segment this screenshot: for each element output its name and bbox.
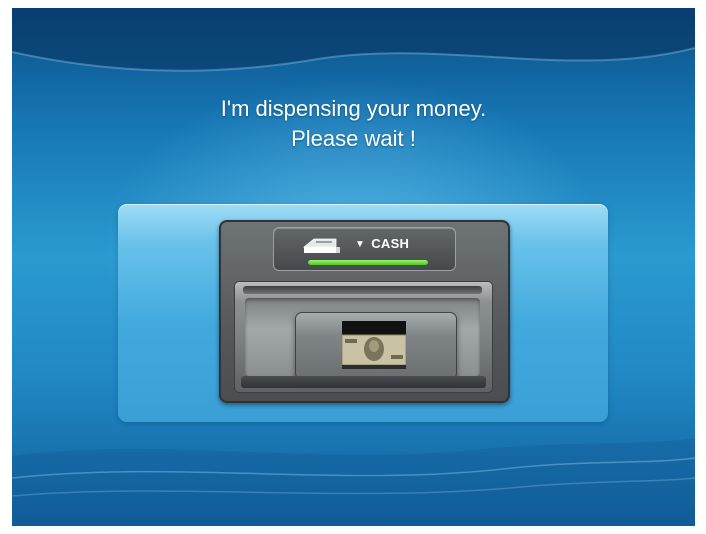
cash-label: ▼ CASH bbox=[355, 236, 409, 251]
banknote-icon bbox=[342, 321, 406, 369]
dispense-progress-bar bbox=[308, 260, 428, 265]
message-line-2: Please wait ! bbox=[291, 126, 416, 151]
cash-slot-recess bbox=[245, 298, 480, 380]
dispensing-message: I'm dispensing your money. Please wait ! bbox=[12, 94, 695, 154]
cash-tray-icon bbox=[302, 238, 340, 253]
cash-slot-mouth bbox=[295, 312, 457, 380]
message-line-1: I'm dispensing your money. bbox=[220, 96, 487, 121]
bottom-wave-decoration bbox=[12, 438, 695, 526]
cash-label-box: ▼ CASH bbox=[273, 227, 456, 271]
atm-screen: I'm dispensing your money. Please wait !… bbox=[12, 8, 695, 526]
dispenser-panel: ▼ CASH bbox=[118, 204, 608, 422]
cash-dispenser: ▼ CASH bbox=[219, 220, 510, 403]
top-wave-decoration bbox=[12, 8, 695, 72]
triangle-down-icon: ▼ bbox=[355, 239, 366, 250]
dispense-progress-fill bbox=[308, 260, 428, 265]
cash-slot-base bbox=[241, 376, 486, 388]
cash-slot-lip bbox=[243, 286, 482, 294]
cash-slot-frame bbox=[234, 281, 493, 393]
cash-label-text: CASH bbox=[371, 236, 410, 251]
